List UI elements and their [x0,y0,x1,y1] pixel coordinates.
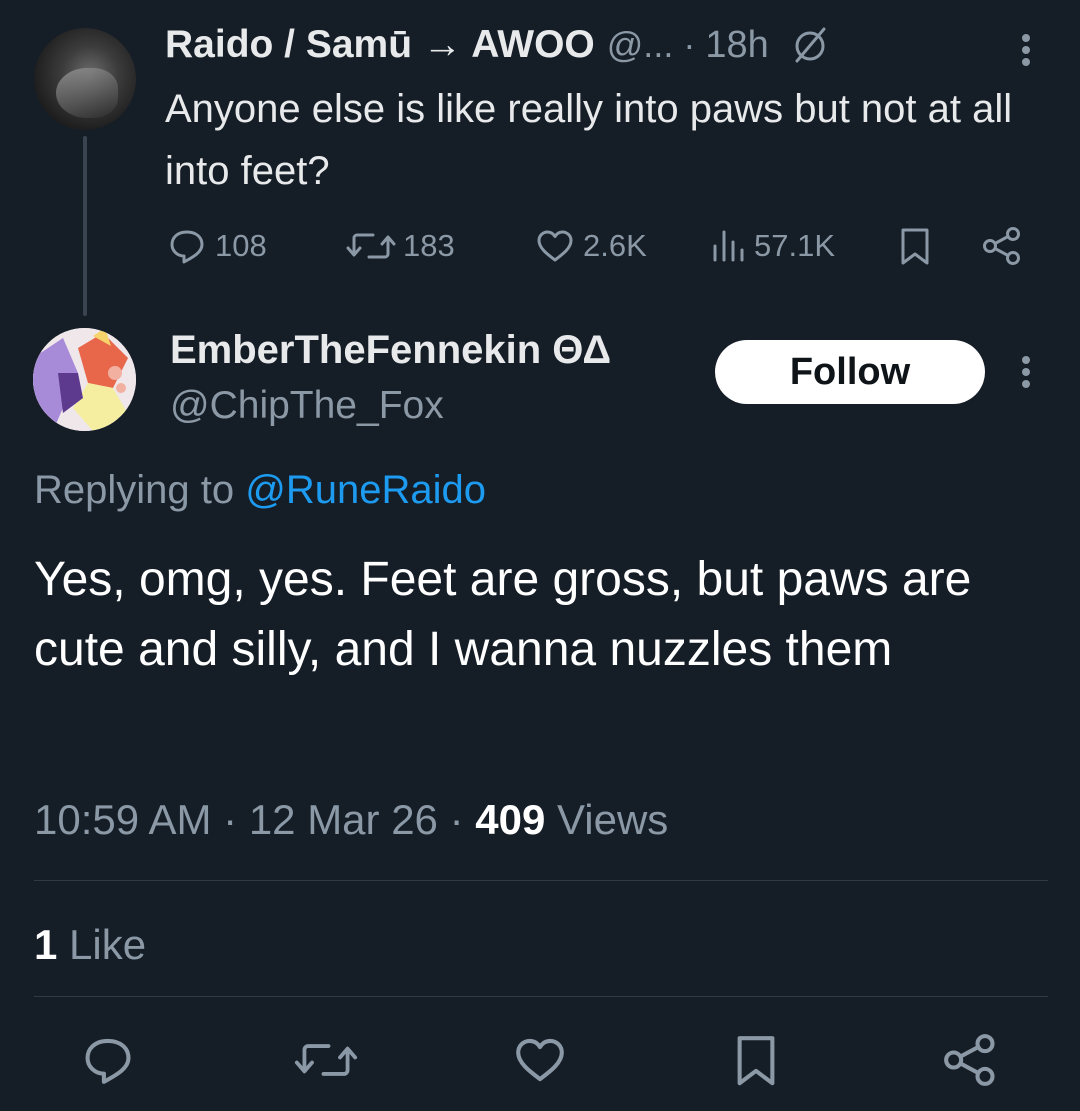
parent-author-avatar[interactable] [34,28,136,130]
divider [34,996,1048,997]
parent-author-handle[interactable]: @... [607,24,674,66]
parent-repost-button[interactable]: 183 [345,218,455,274]
parent-author-name[interactable]: Raido / Samū → AWOO [165,23,595,67]
reply-likes-label: Like [69,921,147,968]
reply-views-count: 409 [475,796,546,843]
repost-button[interactable] [293,1030,359,1090]
thread-connector-line [83,136,87,316]
replying-to: Replying to @RuneRaido [34,462,486,518]
bookmark-icon [726,1030,786,1090]
parent-tweet-header: Raido / Samū → AWOO @... · 18h [165,22,831,68]
bookmark-button[interactable] [726,1030,786,1090]
like-icon [533,224,577,268]
replying-to-label: Replying to [34,468,235,512]
reply-views-label: Views [557,796,669,843]
divider [34,880,1048,881]
parent-reply-button[interactable]: 108 [165,218,267,274]
reply-metadata: 10:59 AM · 12 Mar 26 · 409 Views [34,790,668,850]
parent-bookmark-button[interactable] [893,218,937,274]
reply-author-handle[interactable]: @ChipThe_Fox [170,378,444,434]
share-icon [980,224,1024,268]
repost-count: 183 [403,228,455,263]
like-icon [510,1030,570,1090]
reply-more-icon[interactable] [1012,352,1040,392]
parent-tweet-time[interactable]: 18h [705,24,768,67]
parent-share-button[interactable] [980,218,1024,274]
reply-author-avatar[interactable] [33,328,136,431]
parent-views-button[interactable]: 57.1K [710,218,835,274]
share-icon [940,1030,1000,1090]
reply-icon [165,224,209,268]
meta-separator: · [449,796,464,843]
reply-author-name[interactable]: EmberTheFennekin ΘΔ [170,322,611,378]
follow-button[interactable]: Follow [715,340,985,404]
reply-button[interactable] [78,1030,138,1090]
parent-more-icon[interactable] [1012,30,1040,70]
replying-to-handle-link[interactable]: @RuneRaido [245,468,486,512]
header-separator: · [683,24,696,65]
share-button[interactable] [940,1030,1000,1090]
parent-tweet-text: Anyone else is like really into paws but… [165,87,1013,193]
reply-tweet-text: Yes, omg, yes. Feet are gross, but paws … [34,553,972,676]
reply-action-bar [0,1030,1080,1094]
repost-icon [293,1030,359,1090]
views-icon [710,224,748,268]
repost-icon [345,224,397,268]
like-count: 2.6K [583,228,647,263]
muted-circle-icon [789,24,831,66]
parent-like-button[interactable]: 2.6K [533,218,647,274]
reply-likes-count: 1 [34,921,58,968]
meta-separator: · [223,796,238,843]
reply-date[interactable]: 12 Mar 26 [249,796,438,843]
reply-likes-summary[interactable]: 1 Like [34,915,146,975]
reply-icon [78,1030,138,1090]
reply-count: 108 [215,228,267,263]
bookmark-icon [893,224,937,268]
like-button[interactable] [510,1030,570,1090]
reply-time[interactable]: 10:59 AM [34,796,211,843]
views-count: 57.1K [754,228,836,263]
